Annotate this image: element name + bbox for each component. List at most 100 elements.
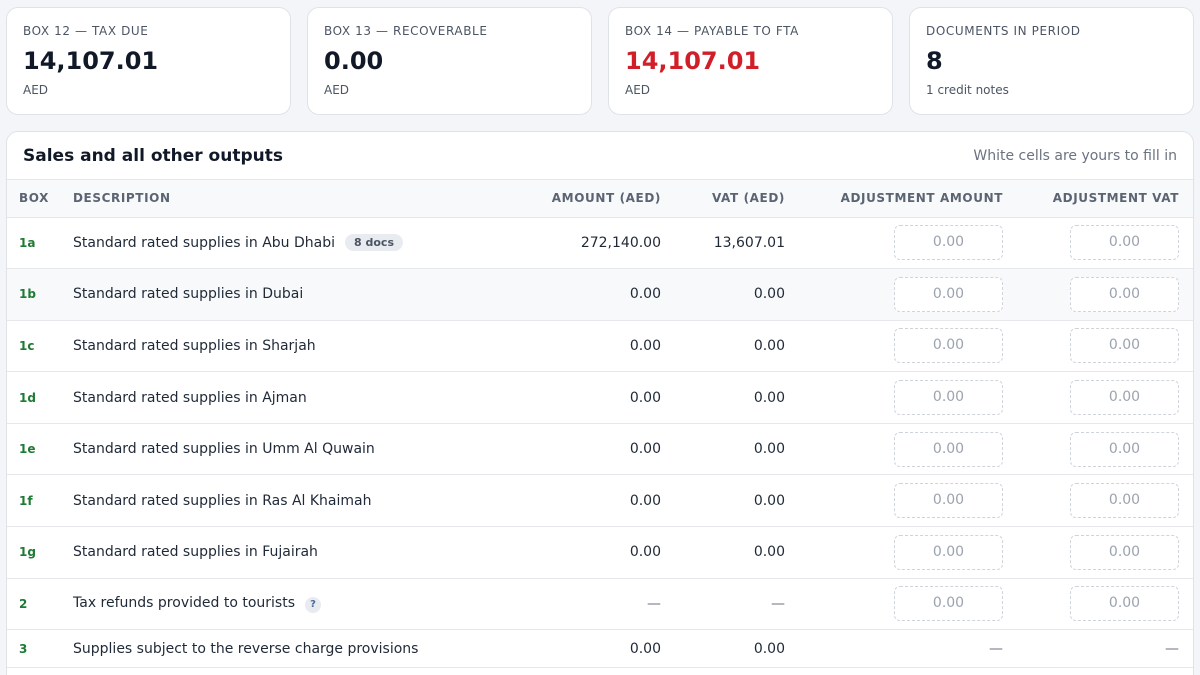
panel-header: Sales and all other outputs White cells … (7, 132, 1193, 180)
adjustment-vat-cell: 0.00 (1015, 475, 1193, 527)
box-code: 1d (19, 390, 36, 405)
adjustment-amount-input[interactable]: 0.00 (894, 586, 1003, 622)
table-row: 1g Standard rated supplies in Fujairah 0… (7, 527, 1193, 579)
adjustment-vat-input[interactable]: 0.00 (1070, 328, 1179, 364)
help-icon[interactable]: ? (304, 596, 321, 613)
row-description-cell: Standard rated supplies in Abu Dhabi 8 do… (69, 217, 481, 269)
panel-title: Sales and all other outputs (23, 145, 283, 166)
adjustment-amount-input[interactable]: 0.00 (894, 380, 1003, 416)
card-currency: AED (324, 83, 350, 97)
adjustment-vat-cell: 0.00 (1015, 423, 1193, 475)
box-code: 3 (19, 641, 28, 656)
adjustment-amount-cell: 0.00 (797, 372, 1015, 424)
amount-value: 0.00 (629, 389, 661, 406)
adjustment-amount-cell: 0.00 (797, 475, 1015, 527)
adjustment-vat-input[interactable]: 0.00 (1070, 431, 1179, 467)
row-description-cell: Tax refunds provided to tourists? (69, 578, 481, 630)
box-code: 1e (19, 442, 36, 457)
card-currency: AED (23, 83, 49, 97)
card-value: 14,107.01 (625, 47, 761, 75)
outputs-table: BOX DESCRIPTION AMOUNT (AED) VAT (AED) A… (7, 180, 1193, 668)
amount-value: 272,140.00 (580, 234, 661, 251)
amount-value: 0.00 (629, 286, 661, 303)
adjustment-vat-cell: 0.00 (1015, 578, 1193, 630)
box-code: 1a (19, 235, 36, 250)
adjustment-amount-value: — (989, 640, 1003, 657)
adjustment-vat-input[interactable]: 0.00 (1070, 225, 1179, 261)
row-description: Standard rated supplies in Umm Al Quwain (73, 441, 375, 458)
adjustment-vat-cell: 0.00 (1015, 217, 1193, 269)
adjustment-amount-cell: 0.00 (797, 527, 1015, 579)
row-description: Standard rated supplies in Abu Dhabi (73, 235, 336, 252)
sales-outputs-panel: Sales and all other outputs White cells … (6, 131, 1194, 675)
vat-value: 0.00 (753, 544, 785, 561)
row-description: Standard rated supplies in Sharjah (73, 337, 316, 354)
box-code: 1g (19, 545, 36, 560)
table-row: 1f Standard rated supplies in Ras Al Kha… (7, 475, 1193, 527)
col-header-box: BOX (7, 180, 69, 218)
card-label: BOX 14 — PAYABLE TO FTA (625, 24, 799, 38)
table-row: 1a Standard rated supplies in Abu Dhabi 8… (7, 217, 1193, 269)
adjustment-amount-input[interactable]: 0.00 (894, 225, 1003, 261)
vat-value: 0.00 (753, 337, 785, 354)
row-description: Standard rated supplies in Fujairah (73, 544, 318, 561)
card-label: DOCUMENTS IN PERIOD (926, 24, 1081, 38)
col-header-amount: AMOUNT (AED) (481, 180, 673, 218)
card-label: BOX 13 — RECOVERABLE (324, 24, 488, 38)
table-row: 3 Supplies subject to the reverse charge… (7, 630, 1193, 668)
summary-cards: BOX 12 — TAX DUE 14,107.01 AED BOX 13 — … (6, 7, 1194, 115)
col-header-description: DESCRIPTION (69, 180, 481, 218)
table-row: 1d Standard rated supplies in Ajman 0.00… (7, 372, 1193, 424)
col-header-adjustment-amount: ADJUSTMENT AMOUNT (797, 180, 1015, 218)
documents-card: DOCUMENTS IN PERIOD 8 1 credit notes (909, 7, 1194, 115)
row-description: Standard rated supplies in Ajman (73, 389, 307, 406)
adjustment-vat-input[interactable]: 0.00 (1070, 380, 1179, 416)
vat-value: 0.00 (753, 640, 785, 657)
card-value: 0.00 (324, 47, 384, 75)
adjustment-vat-cell: 0.00 (1015, 269, 1193, 321)
adjustment-vat-cell: 0.00 (1015, 320, 1193, 372)
credit-notes-count: 1 credit notes (926, 83, 1009, 97)
amount-value: 0.00 (629, 337, 661, 354)
amount-value: 0.00 (629, 544, 661, 561)
adjustment-amount-input[interactable]: 0.00 (894, 483, 1003, 519)
amount-value: 0.00 (629, 640, 661, 657)
adjustment-amount-input[interactable]: 0.00 (894, 431, 1003, 467)
tax-due-card: BOX 12 — TAX DUE 14,107.01 AED (6, 7, 291, 115)
row-description: Standard rated supplies in Dubai (73, 286, 304, 303)
amount-value: 0.00 (629, 441, 661, 458)
table-row: 2 Tax refunds provided to tourists? — — … (7, 578, 1193, 630)
adjustment-vat-input[interactable]: 0.00 (1070, 276, 1179, 312)
adjustment-vat-value: — (1165, 640, 1179, 657)
row-description: Tax refunds provided to tourists (73, 594, 295, 611)
adjustment-amount-cell: 0.00 (797, 578, 1015, 630)
box-code: 1f (19, 493, 33, 508)
col-header-vat: VAT (AED) (673, 180, 797, 218)
adjustment-amount-cell: 0.00 (797, 423, 1015, 475)
table-header-row: BOX DESCRIPTION AMOUNT (AED) VAT (AED) A… (7, 180, 1193, 218)
row-description: Standard rated supplies in Ras Al Khaima… (73, 492, 372, 509)
col-header-adjustment-vat: ADJUSTMENT VAT (1015, 180, 1193, 218)
adjustment-amount-input[interactable]: 0.00 (894, 534, 1003, 570)
card-currency: AED (625, 83, 651, 97)
adjustment-vat-cell: 0.00 (1015, 372, 1193, 424)
payable-card: BOX 14 — PAYABLE TO FTA 14,107.01 AED (608, 7, 893, 115)
docs-badge[interactable]: 8 docs (345, 234, 403, 252)
vat-value: — (771, 595, 785, 612)
adjustment-amount-cell: 0.00 (797, 217, 1015, 269)
vat-value: 0.00 (753, 492, 785, 509)
card-value: 14,107.01 (23, 47, 159, 75)
table-row: 1e Standard rated supplies in Umm Al Quw… (7, 423, 1193, 475)
vat-value: 0.00 (753, 389, 785, 406)
box-code: 2 (19, 596, 28, 611)
adjustment-amount-cell: 0.00 (797, 320, 1015, 372)
adjustment-amount-input[interactable]: 0.00 (894, 328, 1003, 364)
box-code: 1c (19, 338, 35, 353)
panel-hint: White cells are yours to fill in (973, 147, 1177, 164)
adjustment-amount-input[interactable]: 0.00 (894, 276, 1003, 312)
adjustment-vat-input[interactable]: 0.00 (1070, 534, 1179, 570)
vat-value: 0.00 (753, 286, 785, 303)
table-row: 1b Standard rated supplies in Dubai 0.00… (7, 268, 1193, 321)
adjustment-vat-input[interactable]: 0.00 (1070, 483, 1179, 519)
adjustment-vat-input[interactable]: 0.00 (1070, 586, 1179, 622)
